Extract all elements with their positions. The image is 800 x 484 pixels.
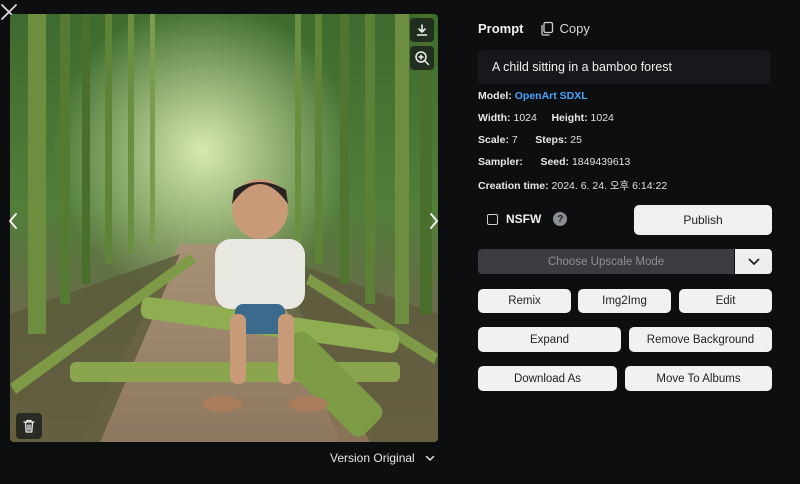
meta-sampler-seed: Sampler: Seed: 1849439613 bbox=[478, 156, 630, 168]
copy-prompt-button[interactable]: Copy bbox=[540, 21, 590, 36]
copy-label: Copy bbox=[559, 20, 590, 36]
download-image-button[interactable] bbox=[410, 18, 434, 42]
trash-icon bbox=[23, 419, 35, 433]
copy-icon bbox=[540, 21, 553, 36]
nsfw-toggle[interactable]: NSFW ? bbox=[487, 212, 568, 226]
nsfw-label: NSFW bbox=[506, 212, 542, 226]
zoom-image-button[interactable] bbox=[410, 46, 434, 70]
img2img-button[interactable]: Img2Img bbox=[578, 289, 671, 313]
seed-value: 1849439613 bbox=[571, 156, 631, 168]
creation-value: 2024. 6. 24. 오후 6:14:22 bbox=[551, 180, 668, 192]
generated-image[interactable] bbox=[10, 14, 438, 442]
steps-value: 25 bbox=[570, 134, 582, 146]
chevron-down-icon bbox=[748, 258, 759, 265]
version-label: Version Original bbox=[330, 451, 415, 465]
width-label: Width: bbox=[478, 112, 511, 124]
meta-creation-time: Creation time: 2024. 6. 24. 오후 6:14:22 bbox=[478, 178, 667, 193]
edit-button[interactable]: Edit bbox=[679, 289, 772, 313]
meta-dimensions: Width: 1024 Height: 1024 bbox=[478, 112, 614, 124]
width-value: 1024 bbox=[513, 112, 537, 124]
prompt-text-box: A child sitting in a bamboo forest bbox=[478, 50, 770, 84]
next-image-button[interactable] bbox=[427, 210, 441, 232]
scale-value: 7 bbox=[511, 134, 518, 146]
download-icon bbox=[416, 24, 428, 36]
height-label: Height: bbox=[551, 112, 588, 124]
remove-background-button[interactable]: Remove Background bbox=[629, 327, 772, 352]
seed-label: Seed: bbox=[540, 156, 570, 168]
version-selector[interactable]: Version Original bbox=[330, 451, 435, 465]
creation-label: Creation time: bbox=[478, 180, 549, 192]
delete-image-button[interactable] bbox=[16, 413, 42, 439]
download-as-button[interactable]: Download As bbox=[478, 366, 617, 391]
meta-model: Model: OpenArt SDXL bbox=[478, 90, 588, 102]
height-value: 1024 bbox=[590, 112, 614, 124]
upscale-dropdown-button[interactable] bbox=[735, 249, 772, 274]
prompt-label: Prompt bbox=[478, 20, 524, 36]
chevron-right-icon bbox=[430, 213, 438, 229]
model-label: Model: bbox=[478, 90, 512, 102]
prompt-header: Prompt Copy bbox=[478, 18, 590, 38]
image-scene bbox=[10, 14, 438, 442]
publish-button[interactable]: Publish bbox=[634, 205, 772, 235]
upscale-mode-select[interactable]: Choose Upscale Mode bbox=[478, 249, 734, 274]
zoom-in-icon bbox=[415, 51, 430, 66]
prompt-text: A child sitting in a bamboo forest bbox=[492, 60, 672, 74]
remix-button[interactable]: Remix bbox=[478, 289, 571, 313]
chevron-down-icon bbox=[425, 455, 434, 461]
help-icon[interactable]: ? bbox=[553, 212, 568, 226]
meta-scale-steps: Scale: 7 Steps: 25 bbox=[478, 134, 582, 146]
sampler-label: Sampler: bbox=[478, 156, 523, 168]
expand-button[interactable]: Expand bbox=[478, 327, 621, 352]
steps-label: Steps: bbox=[535, 134, 568, 146]
previous-image-button[interactable] bbox=[6, 210, 20, 232]
nsfw-checkbox[interactable] bbox=[487, 213, 498, 225]
chevron-left-icon bbox=[9, 213, 17, 229]
move-to-albums-button[interactable]: Move To Albums bbox=[625, 366, 772, 391]
scale-label: Scale: bbox=[478, 134, 509, 146]
model-link[interactable]: OpenArt SDXL bbox=[515, 90, 588, 102]
